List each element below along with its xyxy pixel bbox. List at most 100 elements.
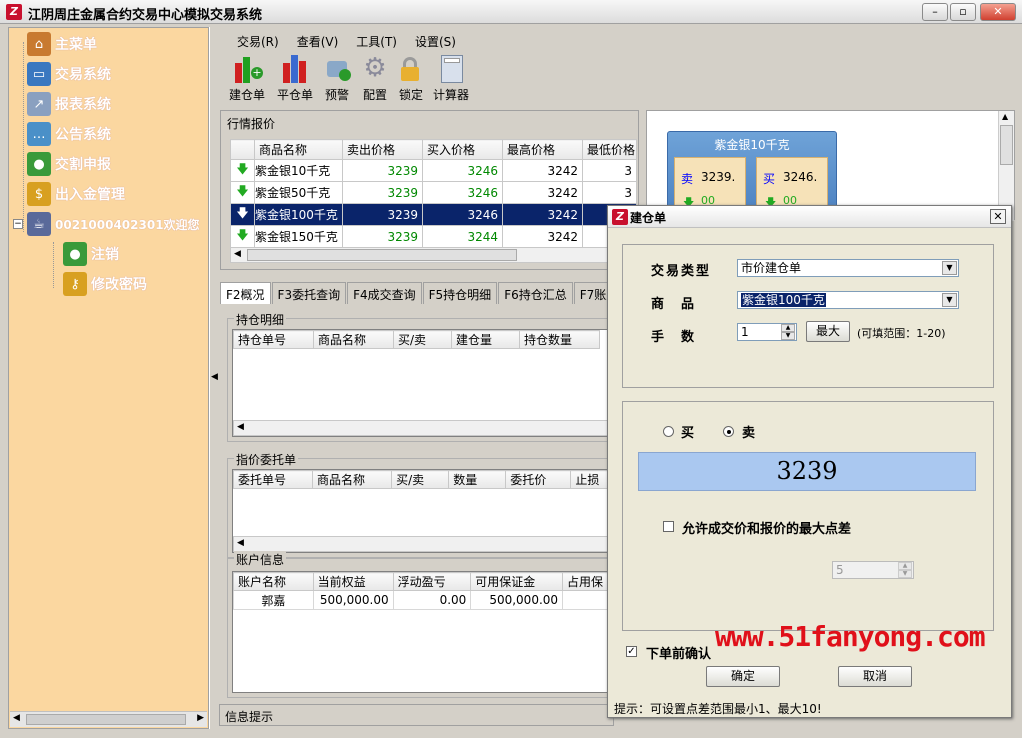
quote-horizontal-scrollbar[interactable]: ◀ ▶ bbox=[230, 247, 635, 263]
column-header[interactable]: 买入价格 bbox=[422, 139, 503, 160]
stepper-up-icon[interactable]: ▲ bbox=[781, 324, 795, 332]
column-header[interactable]: 商品名称 bbox=[313, 330, 394, 349]
scroll-left-icon[interactable]: ◀ bbox=[234, 249, 241, 259]
product-select[interactable]: 紫金银100千克 ▼ bbox=[737, 291, 959, 309]
cell-sell: 3239 bbox=[342, 159, 423, 182]
alert-button[interactable]: 预警 bbox=[317, 53, 357, 105]
buy-price: 3246. bbox=[783, 170, 818, 184]
open-position-button[interactable]: + 建仓单 bbox=[221, 53, 273, 105]
column-header[interactable]: 最高价格 bbox=[502, 139, 583, 160]
column-header[interactable]: 占用保 bbox=[562, 572, 611, 591]
quote-panel-title: 行情报价 bbox=[227, 117, 276, 131]
nav-label: 002100040230​1欢迎您 bbox=[55, 217, 200, 232]
positions-group: 持仓明细 持仓单号 商品名称 买/卖 建仓量 持仓数量 ◀ bbox=[227, 311, 617, 442]
minimize-button[interactable]: – bbox=[922, 3, 948, 21]
lock-button[interactable]: 锁定 bbox=[393, 53, 429, 105]
close-position-button[interactable]: 平仓单 bbox=[273, 53, 317, 105]
scroll-right-icon[interactable]: ▶ bbox=[197, 713, 204, 723]
column-header[interactable]: 浮动盈亏 bbox=[392, 572, 472, 591]
nav-item-delivery-declaration[interactable]: ● 交割申报 bbox=[27, 150, 111, 178]
tab-overview[interactable]: F2概况 bbox=[220, 282, 271, 304]
coffee-cup-icon: ☕ bbox=[27, 212, 51, 236]
column-header[interactable]: 最低价格 bbox=[582, 139, 637, 160]
sidebar-horizontal-scrollbar[interactable]: ◀ ▶ bbox=[10, 711, 207, 727]
close-icon[interactable]: ✕ bbox=[990, 209, 1006, 224]
nav-item-logout[interactable]: ● 注销 bbox=[63, 240, 119, 268]
column-header[interactable]: 止损 bbox=[570, 470, 611, 489]
column-header[interactable]: 账户名称 bbox=[233, 572, 314, 591]
cell-high: 3242 bbox=[502, 225, 583, 248]
trade-type-select[interactable]: 市价建仓单 ▼ bbox=[737, 259, 959, 277]
stepper-down-icon[interactable]: ▼ bbox=[898, 570, 912, 578]
maximize-button[interactable]: ▫ bbox=[950, 3, 976, 21]
column-header[interactable]: 建仓量 bbox=[451, 330, 520, 349]
menu-view[interactable]: 查看(V) bbox=[288, 31, 348, 51]
close-window-button[interactable]: ✕ bbox=[980, 3, 1016, 21]
allow-diff-checkbox[interactable] bbox=[663, 521, 674, 532]
quote-row[interactable]: 🡇 紫金银150千克 3239 3244 3242 3 bbox=[230, 225, 637, 248]
tab-trade-query[interactable]: F4成交查询 bbox=[347, 282, 422, 304]
nav-item-change-password[interactable]: ⚷ 修改密码 bbox=[63, 270, 147, 298]
column-header[interactable]: 商品名称 bbox=[312, 470, 393, 489]
collapse-toggle-icon[interactable]: − bbox=[13, 219, 23, 229]
column-header[interactable]: 买/卖 bbox=[391, 470, 450, 489]
column-header[interactable]: 商品名称 bbox=[254, 139, 343, 160]
column-header[interactable]: 持仓单号 bbox=[233, 330, 314, 349]
column-header[interactable]: 数量 bbox=[448, 470, 507, 489]
quote-row[interactable]: 🡇 紫金银10千克 3239 3246 3242 3 bbox=[230, 159, 637, 182]
quote-row-selected[interactable]: 🡇 紫金银100千克 3239 3246 3242 3 bbox=[230, 203, 637, 226]
column-header[interactable]: 持仓数量 bbox=[519, 330, 600, 349]
tab-order-query[interactable]: F3委托查询 bbox=[271, 282, 347, 304]
column-header[interactable]: 当前权益 bbox=[312, 572, 394, 591]
scroll-up-icon[interactable]: ▲ bbox=[1002, 112, 1008, 121]
cell-sell: 3239 bbox=[342, 225, 423, 248]
sell-radio-label: 卖 bbox=[742, 426, 756, 441]
bar-chart-add-icon: + bbox=[231, 53, 263, 83]
menu-settings[interactable]: 设置(S) bbox=[406, 31, 465, 51]
tab-position-summary[interactable]: F6持仓汇总 bbox=[498, 282, 573, 304]
quote-row[interactable]: 🡇 紫金银50千克 3239 3246 3242 3 bbox=[230, 181, 637, 204]
nav-item-report-system[interactable]: ↗ 报表系统 bbox=[27, 90, 111, 118]
scroll-left-icon[interactable]: ◀ bbox=[13, 713, 20, 723]
scroll-thumb[interactable] bbox=[247, 249, 517, 261]
scroll-left-icon[interactable]: ◀ bbox=[237, 422, 244, 432]
stepper-down-icon[interactable]: ▼ bbox=[781, 332, 795, 340]
chevron-down-icon[interactable]: ▼ bbox=[942, 293, 957, 307]
cancel-button[interactable]: 取消 bbox=[838, 666, 912, 687]
column-header[interactable]: 卖出价格 bbox=[342, 139, 423, 160]
collapse-arrow-icon[interactable]: ◀ bbox=[211, 372, 218, 382]
panel-splitter[interactable]: ◀ bbox=[209, 27, 218, 729]
nav-item-funds-management[interactable]: $ 出入金管理 bbox=[27, 180, 125, 208]
scroll-thumb[interactable] bbox=[26, 714, 186, 725]
column-header[interactable]: 委托单号 bbox=[232, 470, 314, 489]
positions-scrollbar[interactable]: ◀ bbox=[233, 420, 611, 436]
dialog-hint: 提示：可设置点差范围最小1、最大10! bbox=[614, 702, 822, 716]
column-header[interactable]: 可用保证金 bbox=[470, 572, 564, 591]
orders-scrollbar[interactable]: ◀ bbox=[233, 536, 611, 552]
confirm-button[interactable]: 确定 bbox=[706, 666, 780, 687]
calculator-button[interactable]: 计算器 bbox=[429, 53, 473, 105]
nav-item-announcement-system[interactable]: … 公告系统 bbox=[27, 120, 111, 148]
max-diff-stepper[interactable]: 5 ▲ ▼ bbox=[832, 561, 914, 579]
cell-high: 3242 bbox=[502, 181, 583, 204]
menu-tools[interactable]: 工具(T) bbox=[347, 31, 406, 51]
confirm-before-checkbox[interactable]: ✓ bbox=[626, 646, 637, 657]
nav-item-trading-system[interactable]: ▭ 交易系统 bbox=[27, 60, 111, 88]
tab-position-detail[interactable]: F5持仓明细 bbox=[422, 282, 498, 304]
stepper-up-icon[interactable]: ▲ bbox=[898, 562, 912, 570]
nav-item-user-account[interactable]: − ☕ 002100040230​1欢迎您 bbox=[13, 210, 200, 238]
account-row[interactable]: 郭嘉 500,000.00 0.00 500,000.00 bbox=[233, 590, 611, 610]
tool-label: 计算器 bbox=[432, 88, 469, 102]
buy-radio[interactable] bbox=[663, 426, 674, 437]
scroll-left-icon[interactable]: ◀ bbox=[237, 538, 244, 548]
column-header[interactable]: 买/卖 bbox=[393, 330, 452, 349]
chevron-down-icon[interactable]: ▼ bbox=[942, 261, 957, 275]
max-quantity-button[interactable]: 最大 bbox=[806, 321, 850, 342]
nav-item-main-menu[interactable]: ⌂ 主菜单 bbox=[27, 30, 97, 58]
menu-trade[interactable]: 交易(R) bbox=[228, 31, 288, 51]
scroll-thumb[interactable] bbox=[1000, 125, 1013, 165]
column-header[interactable]: 委托价 bbox=[505, 470, 572, 489]
config-button[interactable]: ⚙ 配置 bbox=[357, 53, 393, 105]
sell-radio[interactable] bbox=[723, 426, 734, 437]
quantity-stepper[interactable]: 1 ▲ ▼ bbox=[737, 323, 797, 341]
